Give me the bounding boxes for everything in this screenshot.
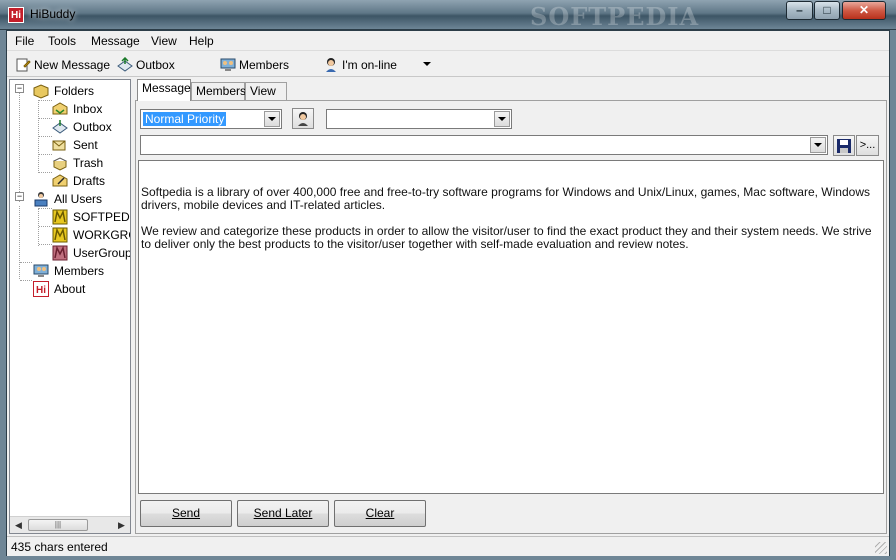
save-button[interactable] [833,135,855,156]
outbox-label: Outbox [136,57,175,72]
tree-group-softpedia[interactable]: SOFTPEDIA [52,208,130,226]
clear-button[interactable]: Clear [334,500,426,527]
inbox-icon [52,102,68,115]
menu-view[interactable]: View [151,34,177,48]
online-status-label: I'm on-line [342,57,397,72]
chars-entered-count: 435 chars entered [11,540,108,554]
menu-tools[interactable]: Tools [48,34,76,48]
send-button[interactable]: Send [140,500,232,527]
tree-sent[interactable]: Sent [52,136,98,154]
tree-members[interactable]: Members [33,262,104,280]
maximize-button[interactable]: □ [814,1,840,20]
menu-file[interactable]: File [15,34,34,48]
message-tab-page: Normal Priority >... Softpedia is a libr… [135,100,887,534]
outbox-folder-icon [52,120,68,134]
tree-inbox[interactable]: Inbox [52,100,102,118]
user-status-icon [326,57,336,72]
toolbar: New Message Outbox Members I'm on-line [7,52,889,77]
close-button[interactable]: ✕ [842,1,886,20]
tree-group-workgroup[interactable]: WORKGROUP [52,226,130,244]
app-icon: Hi [8,7,24,23]
tab-message[interactable]: Message [137,79,191,101]
folder-tree: − Folders Inbox Outbox Sent Trash Drafts… [9,79,131,534]
tree-about[interactable]: Hi About [33,280,85,298]
tree-horizontal-scrollbar[interactable]: ◀ ||| ▶ [10,516,130,533]
svg-text:Hi: Hi [36,285,46,296]
folders-icon [33,84,49,99]
recipient-dropdown-icon[interactable] [494,111,510,127]
priority-select[interactable]: Normal Priority [140,109,282,129]
group-workgroup-icon [52,227,68,243]
members-label: Members [239,57,290,72]
tree-outbox[interactable]: Outbox [52,118,112,136]
sent-icon [52,140,66,151]
priority-value: Normal Priority [143,112,227,126]
subject-dropdown-icon[interactable] [810,137,826,153]
main-window: File Tools Message View Help New Message… [6,30,890,556]
outbox-button[interactable]: Outbox [117,55,175,74]
browse-button[interactable]: >... [856,135,879,156]
watermark: SOFTPEDIA [530,2,700,31]
priority-dropdown-icon[interactable] [264,111,280,127]
new-message-button[interactable]: New Message [15,55,110,74]
contact-icon [298,112,308,126]
trash-icon [52,157,68,171]
tree-drafts[interactable]: Drafts [52,172,105,190]
new-message-icon [16,58,31,71]
select-recipient-button[interactable] [292,108,314,129]
drafts-icon [52,174,68,187]
compose-panel: Message Members View Normal Priority >..… [135,79,887,534]
send-later-button[interactable]: Send Later [237,500,329,527]
scroll-thumb[interactable]: ||| [28,519,88,531]
status-bar: 435 chars entered [7,536,889,556]
tree-all-users[interactable]: All Users [33,190,102,208]
recipient-select[interactable] [326,109,512,129]
group-softpedia-icon [52,209,68,225]
scroll-left-icon[interactable]: ◀ [10,517,27,533]
menu-bar: File Tools Message View Help [7,31,889,51]
tab-view[interactable]: View [245,82,287,100]
scroll-right-icon[interactable]: ▶ [113,517,130,533]
folders-collapse-toggle[interactable]: − [15,84,24,93]
new-message-label: New Message [34,57,111,72]
subject-combo[interactable] [140,135,828,155]
outbox-icon [117,56,133,72]
members-tree-icon [33,264,49,277]
about-icon: Hi [33,281,49,297]
menu-help[interactable]: Help [189,34,214,48]
all-users-collapse-toggle[interactable]: − [15,192,24,201]
tab-members[interactable]: Members [191,82,246,100]
menu-message[interactable]: Message [91,34,140,48]
group-usergroup-icon [52,245,68,261]
title-bar: Hi HiBuddy SOFTPEDIA – □ ✕ [0,0,896,31]
window-title: HiBuddy [30,7,76,21]
body-paragraph-2: We review and categorize these products … [141,224,872,251]
tree-trash[interactable]: Trash [52,154,103,172]
body-paragraph-1: Softpedia is a library of over 400,000 f… [141,185,870,212]
save-icon [837,139,851,153]
tree-group-usergroup[interactable]: UserGroup [52,244,130,262]
members-icon [220,58,236,71]
tree-folders[interactable]: Folders [33,82,94,100]
message-body[interactable]: Softpedia is a library of over 400,000 f… [138,160,884,494]
resize-grip-icon[interactable] [875,542,887,554]
members-button[interactable]: Members [220,55,289,74]
online-status-selector[interactable]: I'm on-line [323,55,397,74]
all-users-icon [34,192,48,207]
minimize-button[interactable]: – [786,1,813,20]
status-dropdown-arrow-icon[interactable] [423,62,431,66]
